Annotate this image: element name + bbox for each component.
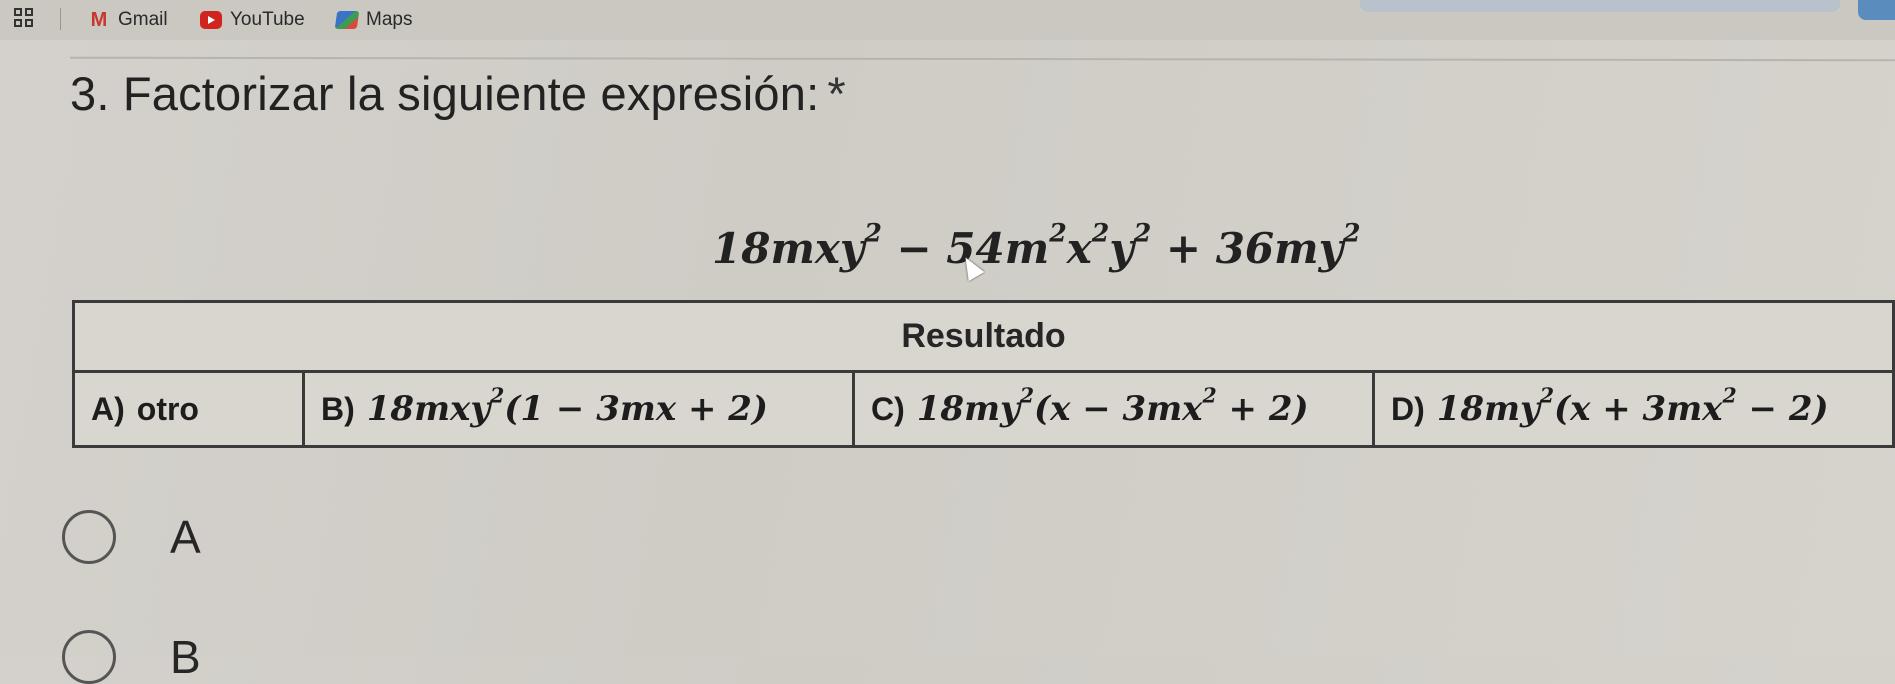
term-2-y: y (1109, 224, 1134, 273)
option-label: B (170, 631, 201, 683)
bookmarks-bar: M Gmail YouTube Maps (0, 0, 1895, 40)
bookmark-label: Maps (366, 9, 413, 30)
radio-button[interactable] (62, 510, 116, 564)
question-divider (69, 56, 1895, 62)
bookmark-label: Gmail (118, 9, 168, 30)
table-header: Resultado (75, 303, 1892, 373)
term-2-x: x (1066, 224, 1092, 273)
cell-text: otro (136, 390, 199, 427)
term-3: + 36my (1151, 224, 1343, 273)
radio-button[interactable] (62, 630, 116, 684)
exponent: 2 (1343, 217, 1361, 248)
term-2-coef: − 54 (881, 224, 1005, 273)
maps-icon (334, 11, 360, 29)
required-mark: * (827, 67, 846, 120)
gmail-icon: M (90, 9, 108, 31)
exponent: 2 (1091, 217, 1110, 248)
youtube-icon (200, 11, 222, 29)
apps-grid-icon[interactable] (14, 8, 36, 30)
cell-letter: A) (91, 390, 125, 427)
cell-letter: C) (871, 390, 905, 427)
term-1: 18mxy (712, 224, 865, 273)
bookmark-maps[interactable]: Maps (334, 8, 413, 32)
table-cell-b: B) 18mxy2(1 − 3mx + 2) (305, 373, 855, 445)
answer-option-a[interactable]: A (62, 510, 201, 564)
bookmark-gmail[interactable]: M Gmail (88, 8, 168, 32)
exponent: 2 (1049, 217, 1067, 248)
cell-math: 18my2(x − 3mx2 + 2) (916, 383, 1309, 429)
option-label: A (170, 511, 201, 563)
bookmark-label: YouTube (230, 9, 305, 30)
exponent: 2 (1133, 217, 1152, 248)
question-title: 3. Factorizar la siguiente expresión: * (70, 66, 846, 121)
table-cell-a: A) otro (75, 373, 305, 445)
question-text: 3. Factorizar la siguiente expresión: (70, 67, 820, 120)
cell-letter: D) (1391, 390, 1425, 427)
results-table: Resultado A) otro B) 18mxy2(1 − 3mx + 2)… (72, 300, 1895, 448)
cell-letter: B) (321, 390, 355, 427)
bookmark-youtube[interactable]: YouTube (200, 8, 305, 32)
math-expression: 18mxy2 − 54m2x2y2 + 36my2 (712, 220, 1361, 273)
table-cell-d: D) 18my2(x + 3mx2 − 2) (1375, 373, 1892, 445)
cell-math: 18mxy2(1 − 3mx + 2) (366, 383, 769, 429)
browser-tab[interactable] (1858, 0, 1895, 20)
term-2-m: m (1004, 224, 1050, 273)
exponent: 2 (864, 217, 882, 248)
bookmarks-separator (60, 8, 61, 30)
answer-option-b[interactable]: B (62, 630, 201, 684)
browser-tab-strip (1360, 0, 1840, 12)
cell-math: 18my2(x + 3mx2 − 2) (1436, 383, 1829, 429)
table-cell-c: C) 18my2(x − 3mx2 + 2) (855, 373, 1375, 445)
